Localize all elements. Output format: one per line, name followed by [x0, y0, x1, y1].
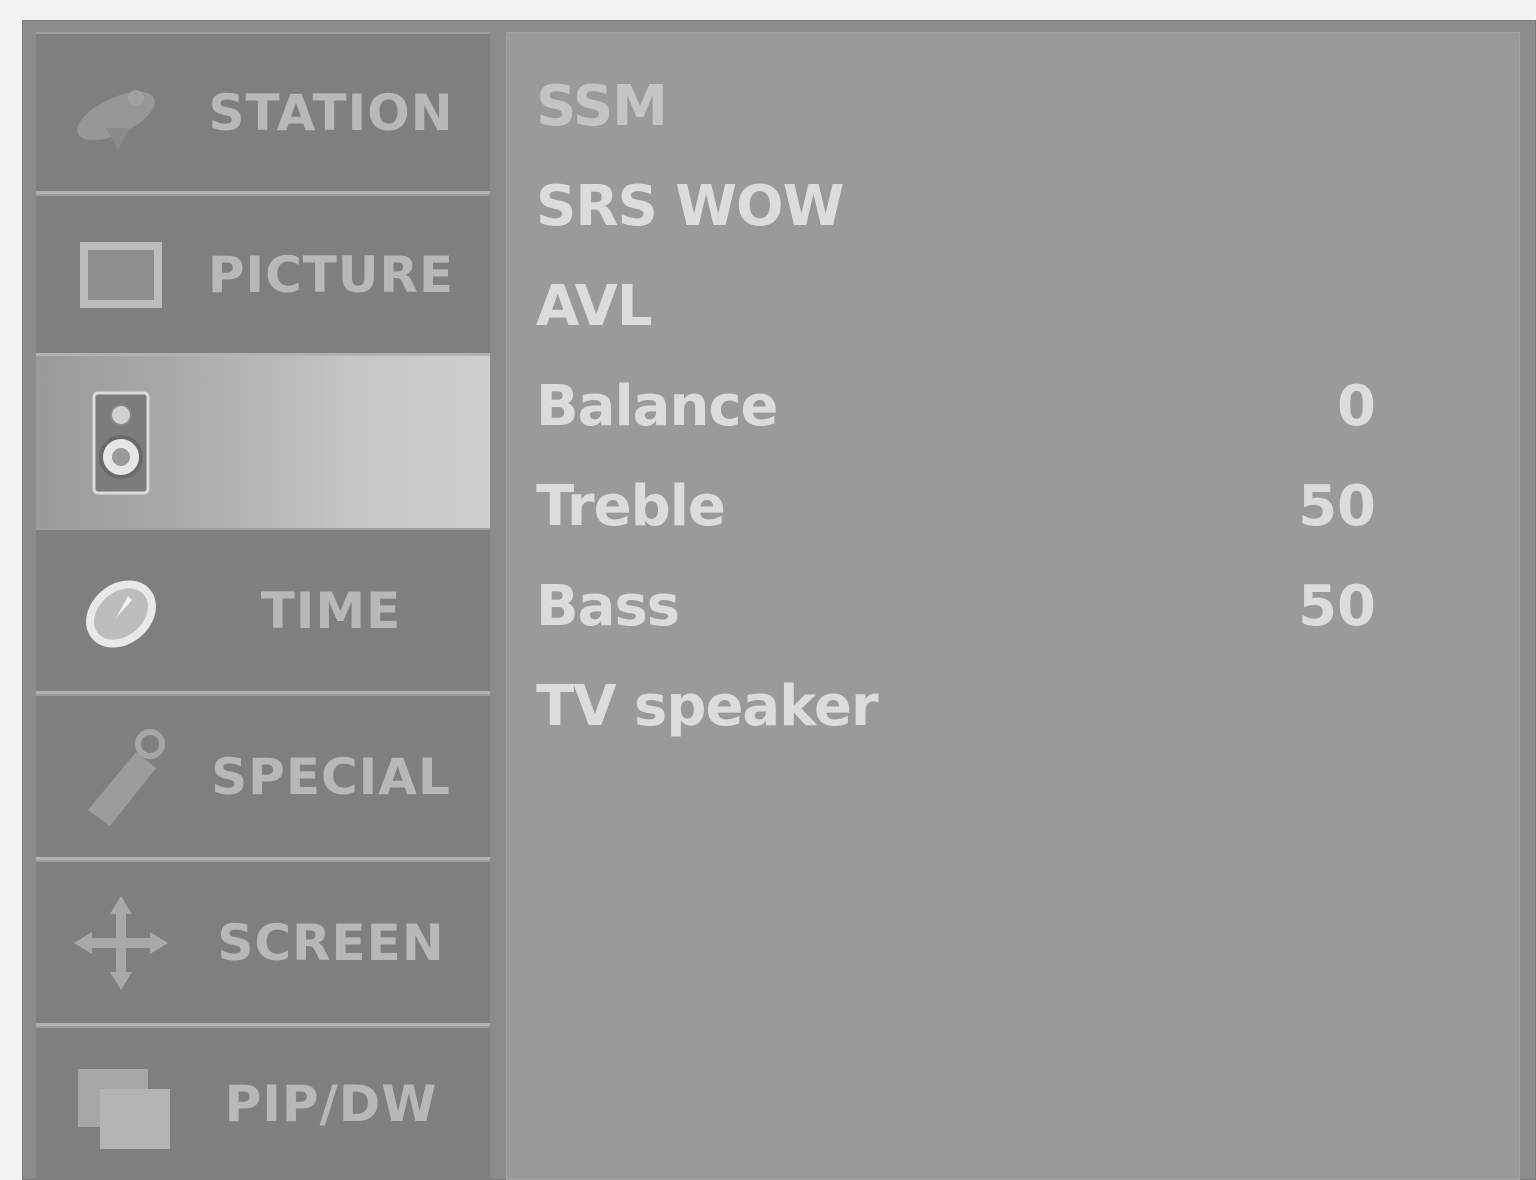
sidebar-item-station[interactable]: STATION [36, 32, 490, 194]
sound-menu-panel: SSM SRS WOW AVL Balance 0 Treble 50 Bass… [506, 32, 1520, 1180]
menu-item-value: 0 [1337, 374, 1376, 439]
sidebar-item-label: SCREEN [217, 913, 445, 972]
menu-item-label: AVL [536, 274, 653, 339]
menu-item-label: SRS WOW [536, 174, 844, 239]
sidebar-item-picture[interactable]: PICTURE [36, 194, 490, 356]
sidebar-item-special[interactable]: SPECIAL [36, 694, 490, 860]
sidebar-item-time[interactable]: TIME [36, 528, 490, 694]
sidebar-item-label: TIME [260, 581, 402, 640]
sidebar-item-pip-dw[interactable]: PIP/DW [36, 1026, 490, 1180]
menu-item-bass[interactable]: Bass 50 [536, 574, 1376, 664]
sidebar-item-screen[interactable]: SCREEN [36, 860, 490, 1026]
overlapping-windows-icon [78, 1069, 170, 1149]
menu-item-label: SSM [536, 74, 668, 139]
sidebar-item-label: STATION [208, 83, 454, 142]
sidebar-item-sound[interactable] [36, 356, 490, 528]
tv-osd-menu: STATION PICTURE TIME SPECIAL SCREEN PIP/… [22, 20, 1536, 1180]
move-arrows-icon [74, 895, 168, 990]
menu-item-tv-speaker[interactable]: TV speaker [536, 674, 1376, 764]
menu-item-treble[interactable]: Treble 50 [536, 474, 1376, 564]
menu-item-value: 50 [1298, 574, 1376, 639]
menu-item-label: Balance [536, 374, 778, 439]
speaker-icon [92, 391, 150, 495]
picture-frame-icon [80, 241, 162, 308]
menu-sidebar: STATION PICTURE TIME SPECIAL SCREEN PIP/… [36, 32, 490, 1180]
sidebar-item-label: PICTURE [207, 245, 455, 304]
menu-item-label: Treble [536, 474, 726, 539]
menu-item-avl[interactable]: AVL [536, 274, 1376, 364]
sidebar-item-label: SPECIAL [211, 747, 451, 806]
clock-icon [86, 579, 156, 648]
menu-item-srs-wow[interactable]: SRS WOW [536, 174, 1376, 264]
menu-item-value: 50 [1298, 474, 1376, 539]
satellite-dish-icon [77, 89, 155, 150]
menu-item-balance[interactable]: Balance 0 [536, 374, 1376, 464]
menu-item-label: Bass [536, 574, 680, 639]
menu-item-ssm[interactable]: SSM [536, 74, 1376, 164]
tag-icon [88, 728, 165, 826]
menu-item-label: TV speaker [536, 674, 879, 739]
sidebar-item-label: PIP/DW [224, 1075, 438, 1133]
